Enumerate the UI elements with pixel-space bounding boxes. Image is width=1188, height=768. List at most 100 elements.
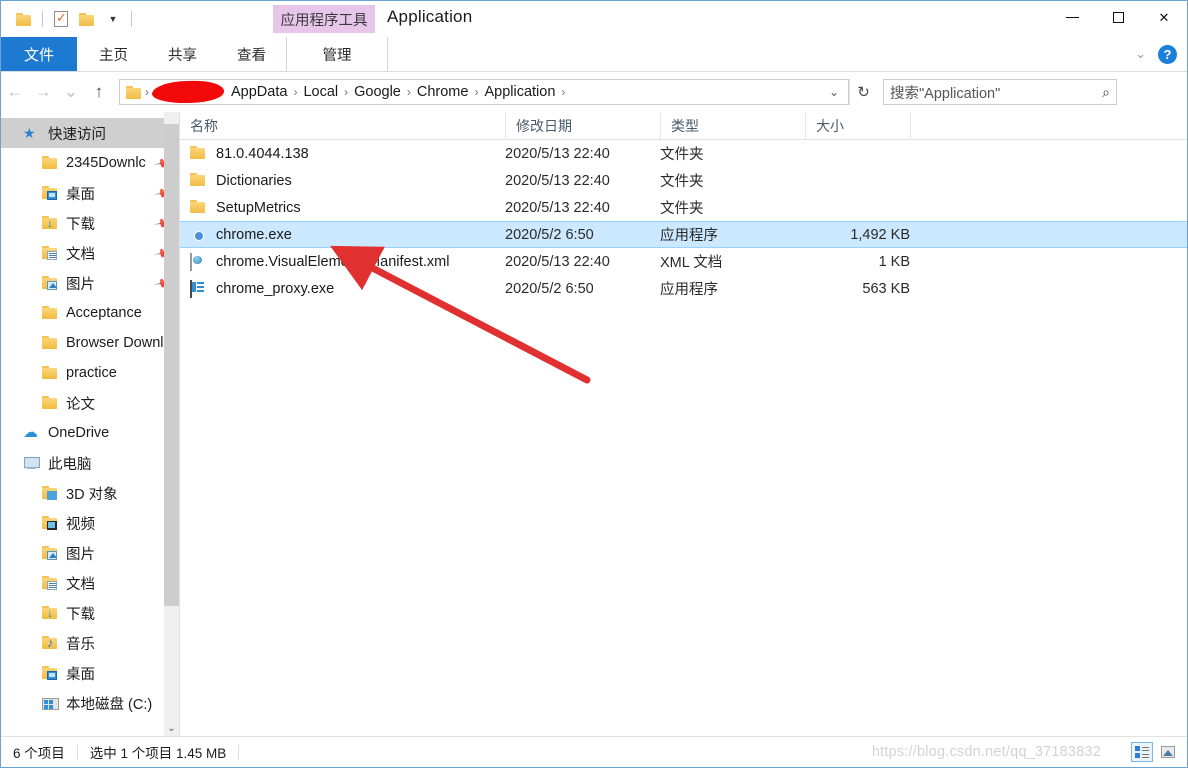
breadcrumb-google[interactable]: Google [349,84,406,100]
sidebar-item-label: 文档 [66,573,95,594]
minimize-button[interactable] [1049,1,1095,34]
sidebar-item[interactable]: 3D 对象 [1,478,179,508]
sidebar-item[interactable]: Browser Downl [1,328,179,358]
scroll-down-icon[interactable]: ⌄ [164,719,179,737]
sidebar-scrollbar-thumb[interactable] [164,124,179,606]
table-row[interactable]: chrome.exe2020/5/2 6:50应用程序1,492 KB [180,221,1187,248]
sidebar-item-label: 本地磁盘 (C:) [66,693,152,714]
cell-date: 2020/5/13 22:40 [505,146,660,162]
sidebar-item[interactable]: practice [1,358,179,388]
sidebar-item-label: 视频 [66,513,95,534]
tab-view[interactable]: 查看 [217,37,286,71]
sidebar-item[interactable]: ☁OneDrive [1,418,179,448]
sidebar-item-label: 下载 [66,213,95,234]
chevron-down-icon[interactable]: ⌄ [820,85,848,99]
help-button[interactable]: ? [1158,45,1177,64]
file-type-icon [190,200,207,216]
sidebar-item-icon [41,335,59,351]
refresh-button[interactable]: ↻ [849,79,877,105]
breadcrumb-application[interactable]: Application [479,84,560,100]
back-button[interactable]: ← [1,77,29,107]
star-pin-icon: ★ [23,125,36,141]
tab-home[interactable]: 主页 [79,37,148,71]
search-icon: ⌕ [1102,84,1110,101]
search-box[interactable]: 搜索"Application" ⌕ [883,79,1117,105]
table-row[interactable]: SetupMetrics2020/5/13 22:40文件夹 [180,194,1187,221]
sidebar-item-label: 下载 [66,603,95,624]
chevron-down-icon: ▼ [105,14,122,24]
sidebar-item-icon: ☁ [23,425,41,441]
status-item-count: 6 个项目 [1,742,77,762]
sidebar-item[interactable]: 文档📌 [1,238,179,268]
sidebar-item-icon [41,605,59,621]
sidebar-item[interactable]: 音乐 [1,628,179,658]
sidebar-item[interactable]: 下载📌 [1,208,179,238]
properties-icon[interactable] [48,6,74,32]
breadcrumb-local[interactable]: Local [298,84,343,100]
sidebar-item[interactable]: 桌面 [1,658,179,688]
sidebar-item[interactable]: 桌面📌 [1,178,179,208]
sidebar-item[interactable]: 图片📌 [1,268,179,298]
sidebar-item-icon [23,455,41,471]
window-title: Application [387,7,472,27]
explorer-body: ★快速访问2345Downlc📌桌面📌下载📌文档📌图片📌AcceptanceBr… [1,112,1187,737]
column-header-size[interactable]: 大小 [805,112,910,140]
details-view-button[interactable] [1131,742,1153,762]
up-button[interactable]: ↑ [85,77,113,107]
file-type-icon [190,254,207,270]
folder-icon[interactable] [11,6,37,32]
large-icons-view-button[interactable] [1157,742,1179,762]
sidebar-item-icon [41,185,59,201]
sidebar-item[interactable]: Acceptance [1,298,179,328]
navigation-list: ★快速访问2345Downlc📌桌面📌下载📌文档📌图片📌AcceptanceBr… [1,118,179,718]
address-bar[interactable]: › AppData › Local › Google › Chrome › Ap… [119,79,849,105]
column-header-name[interactable]: 名称 ⌃ [180,112,505,140]
sidebar-scrollbar[interactable]: ⌄ [164,112,179,737]
sidebar-item-label: 此电脑 [48,453,92,474]
ribbon-right-controls: ⌄ ? [1129,37,1187,71]
breadcrumb-separator: › [560,85,566,99]
sidebar-item-icon [41,575,59,591]
sidebar-item-icon [41,635,59,651]
table-row[interactable]: Dictionaries2020/5/13 22:40文件夹 [180,167,1187,194]
search-input[interactable]: 搜索"Application" [890,82,1000,103]
maximize-icon [1113,12,1124,23]
breadcrumb-chrome[interactable]: Chrome [412,84,474,100]
cell-name: chrome.exe [180,227,505,243]
forward-button[interactable]: → [29,77,57,107]
sidebar-item[interactable]: 2345Downlc📌 [1,148,179,178]
minimize-icon [1066,17,1079,18]
tab-share[interactable]: 共享 [148,37,217,71]
sidebar-item[interactable]: ★快速访问 [1,118,179,148]
table-row[interactable]: 81.0.4044.1382020/5/13 22:40文件夹 [180,140,1187,167]
new-folder-icon[interactable] [74,6,100,32]
cell-type: 文件夹 [660,197,805,218]
sidebar-item-label: 图片 [66,273,95,294]
tab-manage[interactable]: 管理 [286,37,388,71]
file-name-label: chrome.VisualElementsManifest.xml [216,254,449,270]
column-header-type[interactable]: 类型 [660,112,805,140]
table-row[interactable]: chrome_proxy.exe2020/5/2 6:50应用程序563 KB [180,275,1187,302]
tab-file[interactable]: 文件 [1,37,77,71]
sidebar-item[interactable]: 本地磁盘 (C:) [1,688,179,718]
sidebar-item-icon [41,485,59,501]
recent-locations-button[interactable]: ⌄ [57,77,85,107]
watermark-text: https://blog.csdn.net/qq_37183832 [872,744,1101,760]
sidebar-item[interactable]: 文档 [1,568,179,598]
collapse-ribbon-icon[interactable]: ⌄ [1129,46,1152,62]
sidebar-item[interactable]: 图片 [1,538,179,568]
title-bar: ▼ 应用程序工具 Application ✕ [1,1,1187,37]
sidebar-item[interactable]: 视频 [1,508,179,538]
column-header-date[interactable]: 修改日期 [505,112,660,140]
table-row[interactable]: chrome.VisualElementsManifest.xml2020/5/… [180,248,1187,275]
close-button[interactable]: ✕ [1141,1,1187,34]
cell-date: 2020/5/13 22:40 [505,173,660,189]
breadcrumb-appdata[interactable]: AppData [226,84,292,100]
maximize-button[interactable] [1095,1,1141,34]
customize-qat-caret-icon[interactable]: ▼ [100,6,126,32]
file-name-label: Dictionaries [216,173,292,189]
sidebar-item[interactable]: 此电脑 [1,448,179,478]
sidebar-item[interactable]: 下载 [1,598,179,628]
status-selection-info: 选中 1 个项目 1.45 MB [78,742,239,762]
sidebar-item[interactable]: 论文 [1,388,179,418]
